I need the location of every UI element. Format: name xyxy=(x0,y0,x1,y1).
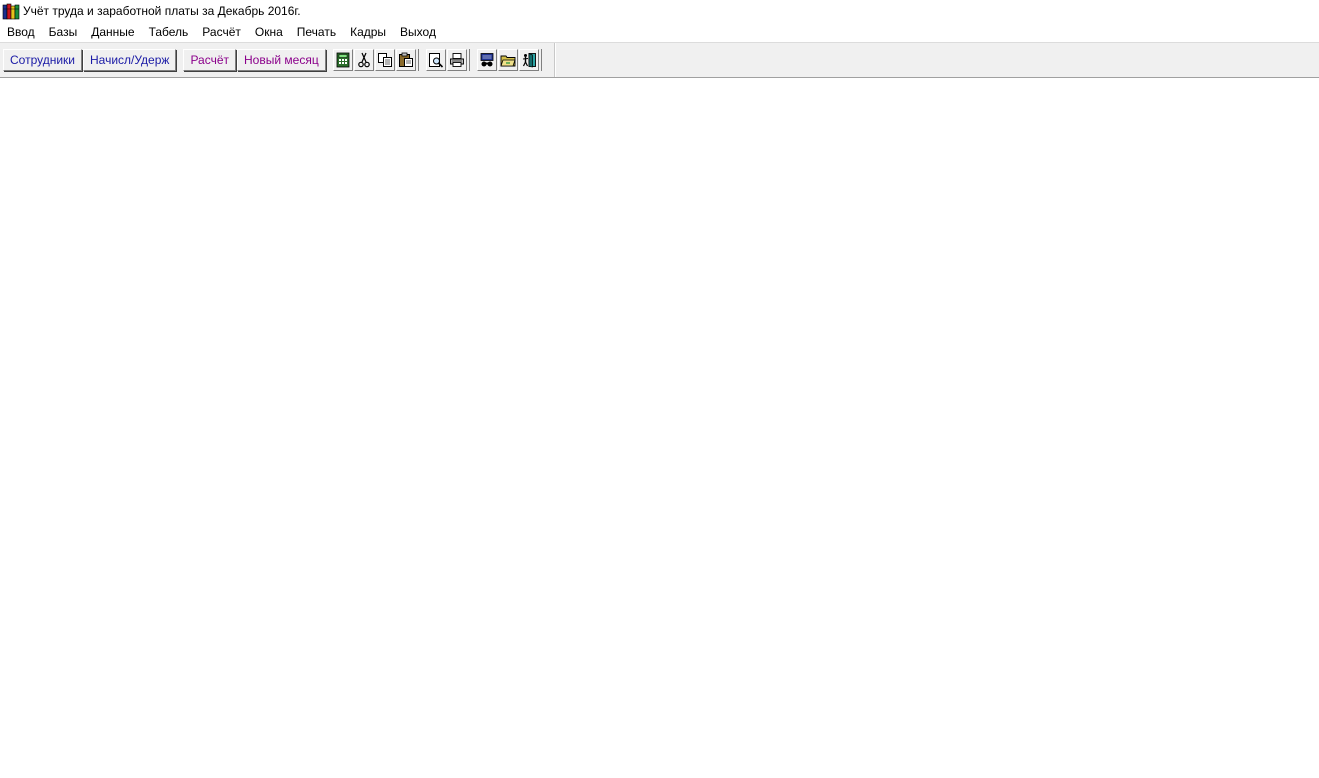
toolbar-area: Сотрудники Начисл/Удерж Расчёт Новый мес… xyxy=(0,42,1319,78)
copy-button[interactable] xyxy=(374,49,395,71)
find-button[interactable] xyxy=(476,49,497,71)
app-books-icon xyxy=(2,3,20,20)
copy-icon xyxy=(377,52,393,68)
calculator-button[interactable] xyxy=(332,49,353,71)
edit-icon-group xyxy=(332,49,419,71)
exit-button[interactable] xyxy=(518,49,539,71)
app-window: Учёт труда и заработной платы за Декабрь… xyxy=(0,0,1319,778)
print-button[interactable] xyxy=(446,49,467,71)
cut-icon xyxy=(356,52,372,68)
menu-bar: Ввод Базы Данные Табель Расчёт Окна Печа… xyxy=(0,22,1319,42)
employees-button[interactable]: Сотрудники xyxy=(3,49,82,71)
exit-door-icon xyxy=(521,52,537,68)
menu-item-vyhod[interactable]: Выход xyxy=(393,22,443,42)
menu-item-dannye[interactable]: Данные xyxy=(84,22,141,42)
print-icon-group xyxy=(425,49,470,71)
print-icon xyxy=(449,52,465,68)
paste-icon xyxy=(398,52,414,68)
menu-item-okna[interactable]: Окна xyxy=(248,22,290,42)
menu-item-raschet[interactable]: Расчёт xyxy=(195,22,248,42)
calculator-icon xyxy=(335,52,351,68)
menu-item-vvod[interactable]: Ввод xyxy=(0,22,42,42)
menu-item-bazy[interactable]: Базы xyxy=(42,22,85,42)
folder-icon xyxy=(500,52,516,68)
calculate-button[interactable]: Расчёт xyxy=(183,49,237,71)
accruals-button[interactable]: Начисл/Удерж xyxy=(83,49,177,71)
employees-group: Сотрудники Начисл/Удерж xyxy=(3,49,177,71)
paste-button[interactable] xyxy=(395,49,416,71)
print-preview-icon xyxy=(428,52,444,68)
title-bar: Учёт труда и заработной платы за Декабрь… xyxy=(0,0,1319,22)
menu-item-kadry[interactable]: Кадры xyxy=(343,22,393,42)
toolbar-edge-divider xyxy=(555,43,556,77)
find-icon xyxy=(479,52,495,68)
toolbar: Сотрудники Начисл/Удерж Расчёт Новый мес… xyxy=(0,43,555,77)
cut-button[interactable] xyxy=(353,49,374,71)
new-month-button[interactable]: Новый месяц xyxy=(237,49,326,71)
window-title: Учёт труда и заработной платы за Декабрь… xyxy=(23,4,301,18)
folder-button[interactable] xyxy=(497,49,518,71)
print-preview-button[interactable] xyxy=(425,49,446,71)
mdi-workspace xyxy=(0,78,1319,778)
menu-item-pechat[interactable]: Печать xyxy=(290,22,343,42)
menu-item-tabel[interactable]: Табель xyxy=(142,22,196,42)
calc-group: Расчёт Новый месяц xyxy=(183,49,326,71)
tools-icon-group xyxy=(476,49,542,71)
